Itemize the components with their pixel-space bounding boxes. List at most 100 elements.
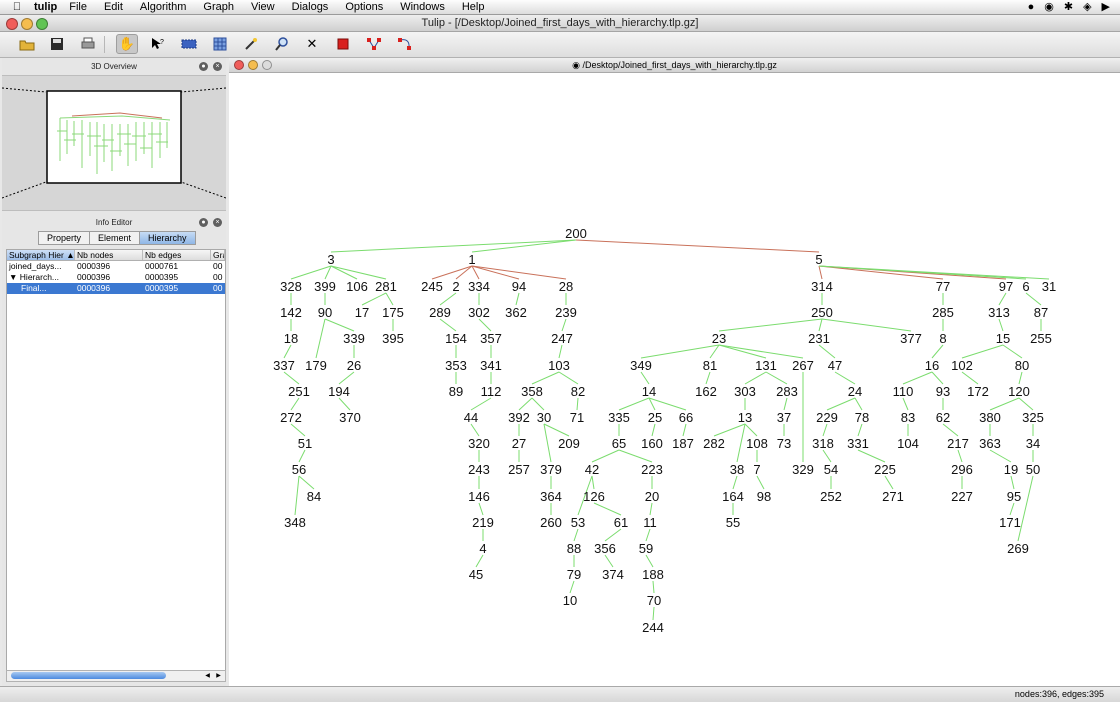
graph-node[interactable]: 89 <box>449 384 463 399</box>
graph-node[interactable]: 51 <box>298 436 312 451</box>
graph-node[interactable]: 357 <box>480 331 502 346</box>
graph-node[interactable]: 271 <box>882 489 904 504</box>
graph-node[interactable]: 172 <box>967 384 989 399</box>
menu-graph[interactable]: Graph <box>203 0 234 14</box>
graph-node[interactable]: 71 <box>570 410 584 425</box>
save-icon[interactable] <box>46 34 68 54</box>
graph-node[interactable]: 244 <box>642 620 664 635</box>
graph-node[interactable]: 231 <box>808 331 830 346</box>
graph-node[interactable]: 31 <box>1042 279 1056 294</box>
graph-node[interactable]: 7 <box>753 462 760 477</box>
graph-node[interactable]: 328 <box>280 279 302 294</box>
graph-node[interactable]: 250 <box>811 305 833 320</box>
graph-node[interactable]: 374 <box>602 567 624 582</box>
graph-node[interactable]: 88 <box>567 541 581 556</box>
graph-node[interactable]: 194 <box>328 384 350 399</box>
graph-node[interactable]: 179 <box>305 358 327 373</box>
graph-node[interactable]: 247 <box>551 331 573 346</box>
graph-node[interactable]: 37 <box>777 410 791 425</box>
graph-node[interactable]: 13 <box>738 410 752 425</box>
graph-node[interactable]: 364 <box>540 489 562 504</box>
column-nb-edges[interactable]: Nb edges <box>143 250 211 260</box>
graph-node[interactable]: 171 <box>999 515 1021 530</box>
graph-node[interactable]: 110 <box>893 384 914 399</box>
graph-node[interactable]: 54 <box>824 462 838 477</box>
graph-node[interactable]: 131 <box>755 358 777 373</box>
graph-node[interactable]: 3 <box>327 252 334 267</box>
graph-node[interactable]: 120 <box>1008 384 1030 399</box>
graph-node[interactable]: 84 <box>307 489 321 504</box>
graph-node[interactable]: 296 <box>951 462 973 477</box>
graph-node[interactable]: 349 <box>630 358 652 373</box>
menu-algorithm[interactable]: Algorithm <box>140 0 186 14</box>
rect-select-icon[interactable] <box>178 34 200 54</box>
graph-node[interactable]: 103 <box>548 358 570 373</box>
graph-node[interactable]: 289 <box>429 305 451 320</box>
graph-node[interactable]: 80 <box>1015 358 1029 373</box>
graph-node[interactable]: 303 <box>734 384 756 399</box>
graph-node[interactable]: 28 <box>559 279 573 294</box>
graph-node[interactable]: 175 <box>382 305 404 320</box>
scroll-left-icon[interactable]: ◀ <box>203 671 212 681</box>
graph-node[interactable]: 77 <box>936 279 950 294</box>
graph-node[interactable]: 65 <box>612 436 626 451</box>
graph-node[interactable]: 112 <box>481 384 502 399</box>
graph-node[interactable]: 146 <box>468 489 490 504</box>
menu-dialogs[interactable]: Dialogs <box>292 0 329 14</box>
delete-icon[interactable]: ✕ <box>301 34 323 54</box>
graph-node[interactable]: 267 <box>792 358 814 373</box>
grid-select-icon[interactable] <box>209 34 231 54</box>
column-gra[interactable]: Gra <box>211 250 225 260</box>
tab-property[interactable]: Property <box>38 231 91 245</box>
graph-node[interactable]: 108 <box>746 436 768 451</box>
graph-node[interactable]: 154 <box>445 331 467 346</box>
graph-node[interactable]: 200 <box>565 226 587 241</box>
graph-node[interactable]: 66 <box>679 410 693 425</box>
graph-node[interactable]: 38 <box>730 462 744 477</box>
graph-node[interactable]: 82 <box>571 384 585 399</box>
graph-node[interactable]: 79 <box>567 567 581 582</box>
table-row[interactable]: ▼ Hierarch... 0000396 0000395 00 <box>7 272 225 283</box>
graph-node[interactable]: 229 <box>816 410 838 425</box>
overview-view[interactable] <box>1 75 227 211</box>
zoom-icon[interactable] <box>271 34 293 54</box>
info-float-icon[interactable]: ● <box>199 218 208 227</box>
table-row-selected[interactable]: Final... 0000396 0000395 00 <box>7 283 225 294</box>
graph-node[interactable]: 363 <box>979 436 1001 451</box>
graph-node[interactable]: 339 <box>343 331 365 346</box>
graph-node[interactable]: 285 <box>932 305 954 320</box>
graph-node[interactable]: 55 <box>726 515 740 530</box>
graph-node[interactable]: 353 <box>445 358 467 373</box>
graph-node[interactable]: 87 <box>1034 305 1048 320</box>
graph-node[interactable]: 93 <box>936 384 950 399</box>
graph-node[interactable]: 302 <box>468 305 490 320</box>
graph-node[interactable]: 255 <box>1030 331 1052 346</box>
graph-node[interactable]: 377 <box>900 331 922 346</box>
graph-node[interactable]: 187 <box>672 436 694 451</box>
graph-node[interactable]: 50 <box>1026 462 1040 477</box>
info-close-icon[interactable]: × <box>213 218 222 227</box>
graph-node[interactable]: 314 <box>811 279 833 294</box>
menu-file[interactable]: File <box>69 0 87 14</box>
menu-app-name[interactable]: tulip <box>34 0 57 14</box>
graph-node[interactable]: 209 <box>558 436 580 451</box>
graph-node[interactable]: 223 <box>641 462 663 477</box>
menu-view[interactable]: View <box>251 0 275 14</box>
horizontal-scrollbar[interactable]: ◀ ▶ <box>6 670 226 682</box>
graph-node[interactable]: 56 <box>292 462 306 477</box>
hand-icon[interactable]: ✋ <box>116 34 138 54</box>
graph-node[interactable]: 362 <box>505 305 527 320</box>
select-help-icon[interactable]: ? <box>147 34 169 54</box>
graph-node[interactable]: 160 <box>641 436 663 451</box>
graph-node[interactable]: 11 <box>643 515 657 530</box>
graph-node[interactable]: 269 <box>1007 541 1029 556</box>
graph-node[interactable]: 188 <box>642 567 664 582</box>
graph-node[interactable]: 70 <box>647 593 661 608</box>
graph-node[interactable]: 26 <box>347 358 361 373</box>
menu-edit[interactable]: Edit <box>104 0 123 14</box>
graph-node[interactable]: 282 <box>703 436 725 451</box>
graph-node[interactable]: 251 <box>288 384 310 399</box>
graph-node[interactable]: 14 <box>642 384 656 399</box>
bluetooth-icon[interactable]: ✱ <box>1064 0 1073 14</box>
graph-node[interactable]: 356 <box>594 541 616 556</box>
